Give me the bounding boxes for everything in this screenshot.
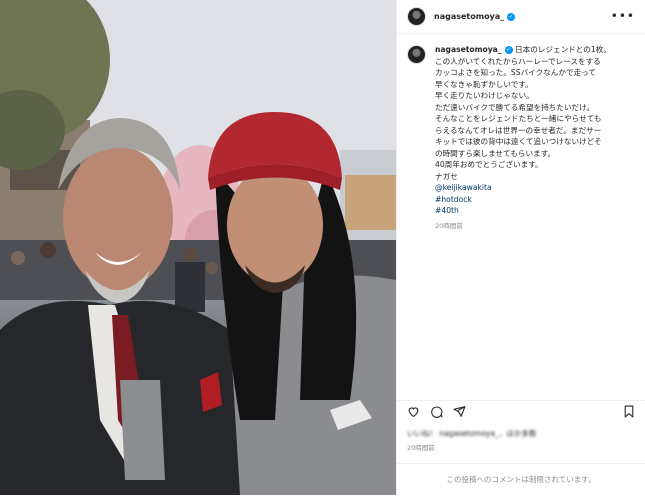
caption-username[interactable]: nagasetomoya_ [435,45,502,54]
post-side-panel: nagasetomoya_ ✓ ••• nagasetomoya_ ✓ 日本のレジ… [396,0,645,495]
post-caption: nagasetomoya_ ✓ 日本のレジェンドとの1枚。 この人がいてくれたから… [397,34,645,232]
caption-text-8: キットでは彼の背中は遠くて追いつけないけどそ [435,137,602,146]
caption-timestamp: 20時間前 [435,221,463,230]
header-username[interactable]: nagasetomoya_ [434,11,504,23]
verified-badge-icon: ✓ [504,46,513,54]
caption-body: nagasetomoya_ ✓ 日本のレジェンドとの1枚。 この人がいてくれたから… [435,44,635,232]
post-header: nagasetomoya_ ✓ ••• [397,0,645,34]
caption-text-4: 早く走りたいわけじゃない。 [435,91,534,100]
instagram-post: nagasetomoya_ ✓ ••• nagasetomoya_ ✓ 日本のレジ… [0,0,645,495]
caption-text-5: ただ速いバイクで勝てる希望を持ちたいだけ。 [435,102,594,112]
more-options-icon[interactable]: ••• [611,10,635,23]
caption-text-9: の時間すら楽しませてもらいます。 [435,148,556,158]
comment-disabled-notice: この投稿へのコメントは制限されています。 [397,463,645,496]
hashtag-link[interactable]: #40th [435,205,635,217]
user-avatar[interactable] [407,7,426,26]
caption-text-10: 40周年おめでとうございます。 [435,160,543,169]
caption-text-0: 日本のレジェンドとの1枚。 [515,45,611,54]
action-bar [397,400,645,422]
likes-summary[interactable]: いいね！ nagasetomoya_、ほか多数 [407,428,536,440]
caption-avatar[interactable] [407,45,426,64]
share-icon[interactable] [453,405,466,418]
caption-line: nagasetomoya_ ✓ 日本のレジェンドとの1枚。 [435,44,635,56]
mention-link[interactable]: @keijikawakita [435,182,635,194]
post-photo[interactable] [0,0,396,495]
caption-text-3: 早くなきゃ恥ずかしいです。 [435,79,533,89]
caption-text-1: この人がいてくれたからハーレーでレースをする [435,56,601,66]
photo-illustration [0,0,396,495]
caption-text-7: らえるなんてオレは世界一の幸せ者だ。まだサー [435,125,602,135]
comment-icon[interactable] [430,405,443,418]
heart-icon[interactable] [407,405,420,418]
caption-text-11: ナガセ [435,171,458,181]
hashtag-link[interactable]: #hotdock [435,194,635,206]
footer-timestamp: 20時間前 [407,444,435,452]
bookmark-icon[interactable] [623,405,635,418]
caption-text-6: そんなことをレジェンドたちと一緒にやらせても [435,114,602,123]
verified-badge-icon: ✓ [507,12,516,21]
caption-text-2: カッコよさを知った。SSバイクなんかで走って [435,68,596,77]
